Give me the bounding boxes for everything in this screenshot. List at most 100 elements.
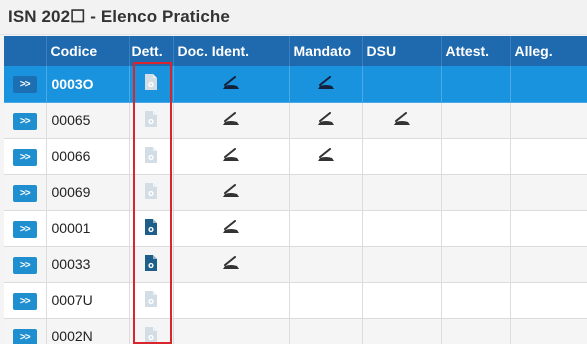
open-row-button[interactable]: >> xyxy=(12,148,37,166)
row-dett-cell xyxy=(129,138,174,175)
row-mandato-cell xyxy=(289,318,363,344)
row-nav-cell: >> xyxy=(4,282,47,319)
header-codice[interactable]: Codice xyxy=(46,36,130,66)
row-alleg-cell xyxy=(510,174,587,211)
row-dett-cell xyxy=(129,102,174,139)
row-code: 00065 xyxy=(46,102,130,139)
row-alleg-cell xyxy=(510,246,587,283)
title-bar: ISN 202☐ - Elenco Pratiche xyxy=(0,0,587,35)
header-dett[interactable]: Dett. xyxy=(129,36,174,66)
header-doc-ident[interactable]: Doc. Ident. xyxy=(173,36,290,66)
document-detail-icon[interactable] xyxy=(145,110,157,130)
header-attest[interactable]: Attest. xyxy=(441,36,511,66)
document-detail-icon[interactable] xyxy=(145,254,157,274)
row-mandato-cell xyxy=(289,66,363,103)
signature-icon[interactable] xyxy=(222,255,240,273)
open-row-button[interactable]: >> xyxy=(12,256,37,274)
signature-icon[interactable] xyxy=(317,147,335,165)
row-dett-cell xyxy=(129,318,174,344)
open-row-button[interactable]: >> xyxy=(12,112,37,130)
row-dett-cell xyxy=(129,210,174,247)
row-nav-cell: >> xyxy=(4,66,47,103)
row-attest-cell xyxy=(441,174,511,211)
row-alleg-cell xyxy=(510,138,587,175)
table-row[interactable]: >> 00069 xyxy=(4,174,587,211)
header-dsu[interactable]: DSU xyxy=(362,36,442,66)
row-attest-cell xyxy=(441,318,511,344)
table-row[interactable]: >> 00033 xyxy=(4,246,587,283)
table-row[interactable]: >> 00001 xyxy=(4,210,587,247)
row-dett-cell xyxy=(129,282,174,319)
row-nav-cell: >> xyxy=(4,138,47,175)
row-nav-cell: >> xyxy=(4,246,47,283)
open-row-button[interactable]: >> xyxy=(12,220,37,238)
signature-icon[interactable] xyxy=(222,111,240,129)
row-alleg-cell xyxy=(510,318,587,344)
document-detail-icon[interactable] xyxy=(145,74,157,93)
row-alleg-cell xyxy=(510,210,587,247)
row-doc-ident-cell xyxy=(173,210,290,247)
row-doc-ident-cell xyxy=(173,318,290,344)
row-alleg-cell xyxy=(510,102,587,139)
document-detail-icon[interactable] xyxy=(145,146,157,166)
open-row-button[interactable]: >> xyxy=(12,76,37,94)
row-dsu-cell xyxy=(362,66,442,103)
row-attest-cell xyxy=(441,102,511,139)
header-alleg[interactable]: Alleg. xyxy=(510,36,587,66)
header-mandato[interactable]: Mandato xyxy=(289,36,363,66)
row-doc-ident-cell xyxy=(173,102,290,139)
open-row-button[interactable]: >> xyxy=(12,328,37,344)
row-dsu-cell xyxy=(362,246,442,283)
pratiche-table: Codice Dett. Doc. Ident. Mandato DSU Att… xyxy=(4,36,587,344)
signature-icon[interactable] xyxy=(317,75,335,93)
row-doc-ident-cell xyxy=(173,174,290,211)
row-code: 0003O xyxy=(46,66,130,103)
row-mandato-cell xyxy=(289,174,363,211)
row-dsu-cell xyxy=(362,174,442,211)
row-nav-cell: >> xyxy=(4,318,47,344)
row-mandato-cell xyxy=(289,102,363,139)
table-header: Codice Dett. Doc. Ident. Mandato DSU Att… xyxy=(4,36,587,66)
row-attest-cell xyxy=(441,246,511,283)
document-detail-icon[interactable] xyxy=(145,218,157,238)
row-dsu-cell xyxy=(362,210,442,247)
signature-icon[interactable] xyxy=(222,147,240,165)
document-detail-icon[interactable] xyxy=(145,290,157,310)
row-code: 0007U xyxy=(46,282,130,319)
row-mandato-cell xyxy=(289,282,363,319)
row-code: 00033 xyxy=(46,246,130,283)
row-mandato-cell xyxy=(289,210,363,247)
row-code: 00001 xyxy=(46,210,130,247)
row-alleg-cell xyxy=(510,282,587,319)
open-row-button[interactable]: >> xyxy=(12,184,37,202)
row-attest-cell xyxy=(441,282,511,319)
row-attest-cell xyxy=(441,138,511,175)
signature-icon[interactable] xyxy=(317,111,335,129)
row-code: 00066 xyxy=(46,138,130,175)
row-dett-cell xyxy=(129,66,174,103)
table-row[interactable]: >> 0003O xyxy=(4,66,587,103)
table-row[interactable]: >> 00066 xyxy=(4,138,587,175)
row-code: 0002N xyxy=(46,318,130,344)
signature-icon[interactable] xyxy=(222,183,240,201)
row-alleg-cell xyxy=(510,66,587,103)
table-row[interactable]: >> 00065 xyxy=(4,102,587,139)
row-doc-ident-cell xyxy=(173,138,290,175)
row-dsu-cell xyxy=(362,318,442,344)
open-row-button[interactable]: >> xyxy=(12,292,37,310)
row-nav-cell: >> xyxy=(4,210,47,247)
row-attest-cell xyxy=(441,210,511,247)
signature-icon[interactable] xyxy=(222,219,240,237)
row-mandato-cell xyxy=(289,138,363,175)
document-detail-icon[interactable] xyxy=(145,326,157,344)
pratiche-grid: Codice Dett. Doc. Ident. Mandato DSU Att… xyxy=(4,36,587,344)
table-row[interactable]: >> 0007U xyxy=(4,282,587,319)
header-nav xyxy=(4,36,47,66)
row-mandato-cell xyxy=(289,246,363,283)
row-dett-cell xyxy=(129,174,174,211)
row-doc-ident-cell xyxy=(173,66,290,103)
signature-icon[interactable] xyxy=(222,75,240,93)
signature-icon[interactable] xyxy=(393,111,411,129)
document-detail-icon[interactable] xyxy=(145,182,157,202)
table-row[interactable]: >> 0002N xyxy=(4,318,587,344)
